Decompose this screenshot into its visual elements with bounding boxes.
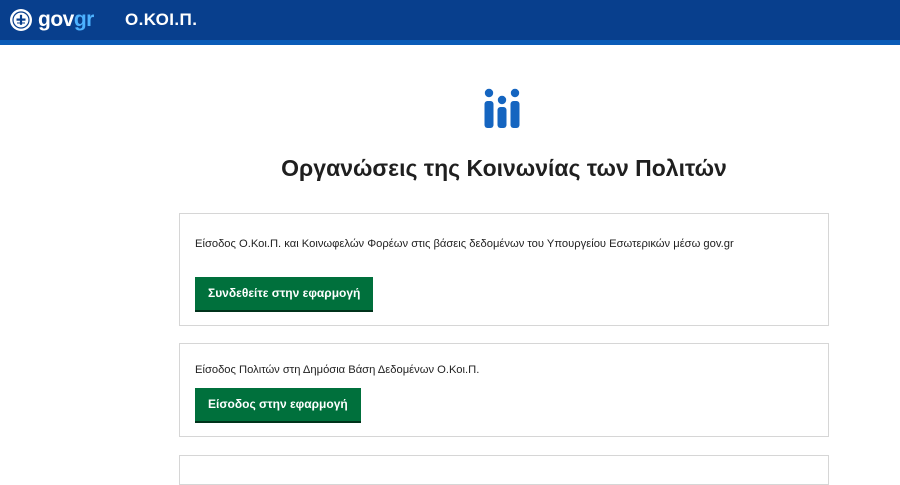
card-partial <box>179 455 829 485</box>
logo-text-accent: gr <box>73 8 95 31</box>
enter-app-button[interactable]: Είσοδος στην εφαρμογή <box>195 388 361 421</box>
people-group-icon <box>483 88 521 130</box>
logo-text-main: gov <box>38 8 74 31</box>
card-description: Είσοδος Ο.Κοι.Π. και Κοινωφελών Φορέων σ… <box>195 238 734 250</box>
logo-text: govgr <box>38 8 94 32</box>
app-name[interactable]: Ο.ΚΟΙ.Π. <box>125 10 197 30</box>
card-description: Είσοδος Πολιτών στη Δημόσια Βάση Δεδομέν… <box>195 364 480 376</box>
greek-emblem-icon <box>10 9 32 31</box>
login-card-citizens: Είσοδος Πολιτών στη Δημόσια Βάση Δεδομέν… <box>179 343 829 437</box>
top-header: govgr Ο.ΚΟΙ.Π. <box>0 0 900 45</box>
govgr-logo[interactable]: govgr <box>10 8 94 32</box>
connect-to-app-button[interactable]: Συνδεθείτε στην εφαρμογή <box>195 277 374 310</box>
page-title: Οργανώσεις της Κοινωνίας των Πολιτών <box>281 155 727 181</box>
login-card-organizations: Είσοδος Ο.Κοι.Π. και Κοινωφελών Φορέων σ… <box>179 213 829 326</box>
